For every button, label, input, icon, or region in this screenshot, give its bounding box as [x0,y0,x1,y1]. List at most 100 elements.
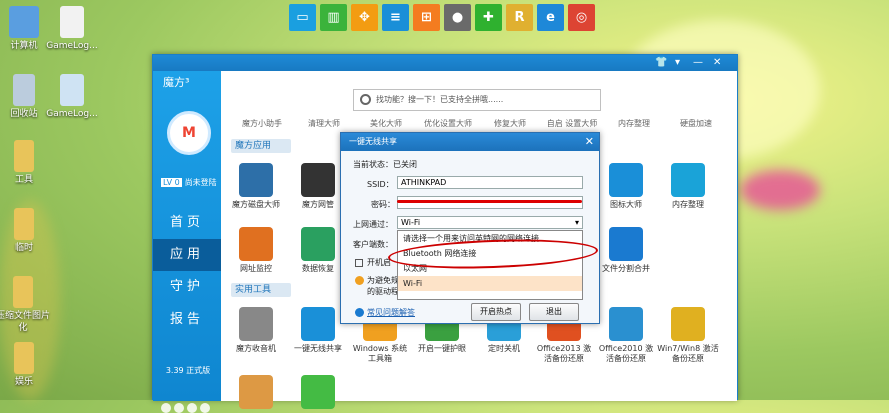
windows-key-icon [671,307,705,341]
speedometer-icon [301,163,335,197]
red-annotation-mark [397,200,582,203]
folder-icon [13,276,33,308]
category-item[interactable]: 修复大师 [479,119,541,129]
password-label: 密码： [371,200,395,209]
status-label: 当前状态：已关闭 [353,160,417,169]
internet-select[interactable]: Wi-Fi ▾ [397,216,583,229]
desktop-icon-temp[interactable]: 临时 [0,208,56,254]
section-mofang-apps: 魔方应用 [231,139,291,153]
folder-icon [14,208,34,240]
apple-icon[interactable]: ● [444,4,471,31]
shortcut-icon[interactable] [200,403,210,413]
list-icon[interactable]: ≡ [382,4,409,31]
help-icon [355,308,364,317]
app-file-split[interactable]: 文件分割合并 [595,227,657,274]
level-badge: LV 0 [161,178,182,187]
search-icon [360,94,371,105]
category-item[interactable]: 硬盘加速 [665,119,727,129]
app-icon-master[interactable]: 图标大师 [595,163,657,210]
ie-icon[interactable]: e [537,4,564,31]
desktop-icon-gamelog[interactable]: GameLog... [40,6,104,52]
close-icon[interactable]: ✕ [713,57,721,68]
app-radio[interactable]: 魔方收音机 [225,307,287,354]
category-item[interactable]: 清理大师 [293,119,355,129]
avatar[interactable]: M [167,111,211,155]
memory-icon [671,163,705,197]
nav-home[interactable]: 首页 [153,207,221,239]
ssid-label: SSID： [367,180,394,189]
document-icon [60,74,84,106]
close-icon[interactable]: ✕ [585,135,594,148]
app-win-activation[interactable]: Win7/Win8 激活备份还原 [657,307,719,364]
ssid-field[interactable]: ATHINKPAD [397,176,583,189]
dropdown-option[interactable]: Wi-Fi [398,276,582,291]
network-icon [301,375,335,409]
desktop-icon-entertainment[interactable]: 娱乐 [0,342,56,388]
app-office2010[interactable]: Office2010 激活备份还原 [595,307,657,364]
shortcut-icon[interactable] [174,403,184,413]
desktop-icon-compress[interactable]: 压缩文件图片化 [0,276,54,334]
nav-report[interactable]: 报告 [153,304,221,336]
version-label: 3.39 正式版 [165,366,211,375]
checkbox-icon [355,258,363,267]
menu-icon[interactable]: ▾ [675,57,680,68]
computer-icon [9,6,39,38]
sidebar-shortcuts [161,403,210,413]
disk-icon [239,163,273,197]
windows-icon[interactable]: ⊞ [413,4,440,31]
skin-icon[interactable]: 👕 [655,57,667,68]
app-disk-master[interactable]: 魔方磁盘大师 [225,163,287,210]
shortcut-icon[interactable] [187,403,197,413]
nav-apps[interactable]: 应用 [153,239,221,271]
nav-guard[interactable]: 守护 [153,271,221,303]
app-more-2[interactable] [287,375,349,412]
category-item[interactable]: 美化大师 [355,119,417,129]
window-titlebar[interactable]: 👕 ▾ — ✕ [153,55,737,71]
category-row: 魔方小助手 清理大师 美化大师 优化设置大师 修复大师 自启 设置大师 内存整理… [231,119,731,129]
search-input[interactable]: 找功能？搜一下！已支持全拼哦...... [353,89,601,111]
grid-icon[interactable]: ✥ [351,4,378,31]
login-status[interactable]: LV 0 尚未登陆 [161,177,217,188]
app-more-1[interactable] [225,375,287,412]
office2010-icon [609,307,643,341]
desktop-icon-gamelog-2[interactable]: GameLog... [40,74,104,120]
faq-link[interactable]: 常见问题解答 [355,307,415,318]
chrome-icon[interactable]: ◎ [568,4,595,31]
recovery-icon [301,227,335,261]
icon-grid-icon [609,163,643,197]
app-url-monitor[interactable]: 网址监控 [225,227,287,274]
desktop-icon-tools[interactable]: 工具 [0,140,56,186]
category-item[interactable]: 自启 设置大师 [541,119,603,129]
top-icon-bar: ▭ ▥ ✥ ≡ ⊞ ● ✚ R e ◎ [289,4,595,31]
minimize-icon[interactable]: — [693,57,703,68]
r-icon[interactable]: R [506,4,533,31]
section-utilities: 实用工具 [231,283,291,297]
autostart-checkbox[interactable]: 开机启 [355,257,391,268]
app-logo: 魔方³ [163,76,190,89]
gamepad-icon[interactable]: ✚ [475,4,502,31]
trash-icon[interactable]: ▥ [320,4,347,31]
folder-icon [14,140,34,172]
wifi-icon [301,307,335,341]
status-value: 已关闭 [393,160,417,169]
dialog-title[interactable]: 一键无线共享 [341,133,599,151]
exit-button[interactable]: 退出 [529,303,579,321]
monitor-icon[interactable]: ▭ [289,4,316,31]
radio-icon [239,307,273,341]
split-icon [609,227,643,261]
background-flower [740,170,820,210]
shortcut-icon[interactable] [161,403,171,413]
app-memory-cleanup[interactable]: 内存整理 [657,163,719,210]
category-item[interactable]: 内存整理 [603,119,665,129]
spy-icon [239,227,273,261]
internet-via-label: 上网通过： [353,220,393,229]
recycle-bin-icon [13,74,35,106]
document-icon [60,6,84,38]
category-item[interactable]: 魔方小助手 [231,119,293,129]
start-hotspot-button[interactable]: 开启热点 [471,303,521,321]
category-item[interactable]: 优化设置大师 [417,119,479,129]
clients-label: 客户端数： [353,240,393,249]
tv-icon [239,375,273,409]
chevron-down-icon: ▾ [574,218,579,227]
folder-icon [14,342,34,374]
